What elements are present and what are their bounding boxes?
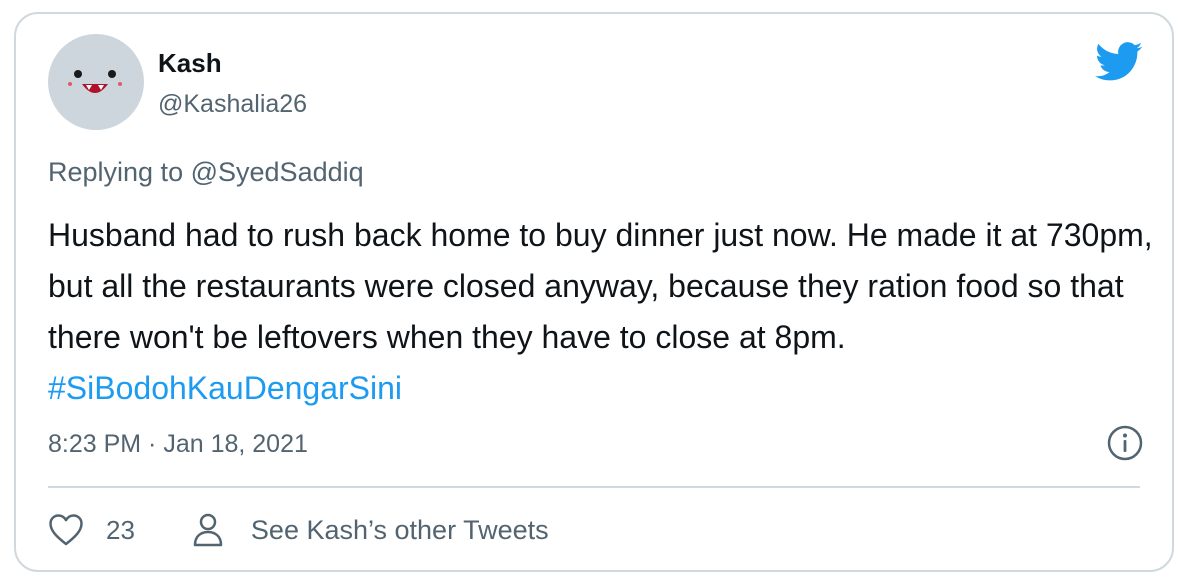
avatar[interactable] [48,34,144,130]
like-count[interactable]: 23 [106,515,135,546]
hashtag-link[interactable]: #SiBodohKauDengarSini [48,370,402,406]
author-name[interactable]: Kash [158,48,222,79]
see-other-tweets-link[interactable]: See Kash’s other Tweets [251,515,549,546]
heart-icon[interactable] [48,513,84,547]
footer-divider [48,486,1140,488]
avatar-face-icon [68,70,122,93]
replying-to-handle[interactable]: @SyedSaddiq [191,157,364,187]
author-handle[interactable]: @Kashalia26 [158,90,307,119]
tweet-timestamp[interactable]: 8:23 PM · Jan 18, 2021 [48,430,308,459]
replying-to-line: Replying to @SyedSaddiq [48,157,364,188]
person-icon[interactable] [191,512,225,548]
tweet-body-text: Husband had to rush back home to buy din… [48,217,1153,355]
info-icon[interactable] [1106,424,1144,462]
tweet-actions: 23 See Kash’s other Tweets [48,510,549,550]
replying-prefix: Replying to [48,157,184,187]
tweet-text: Husband had to rush back home to buy din… [48,210,1158,414]
twitter-bird-icon[interactable] [1094,42,1144,82]
tweet-card[interactable]: Kash @Kashalia26 Replying to @SyedSaddiq… [14,12,1174,572]
